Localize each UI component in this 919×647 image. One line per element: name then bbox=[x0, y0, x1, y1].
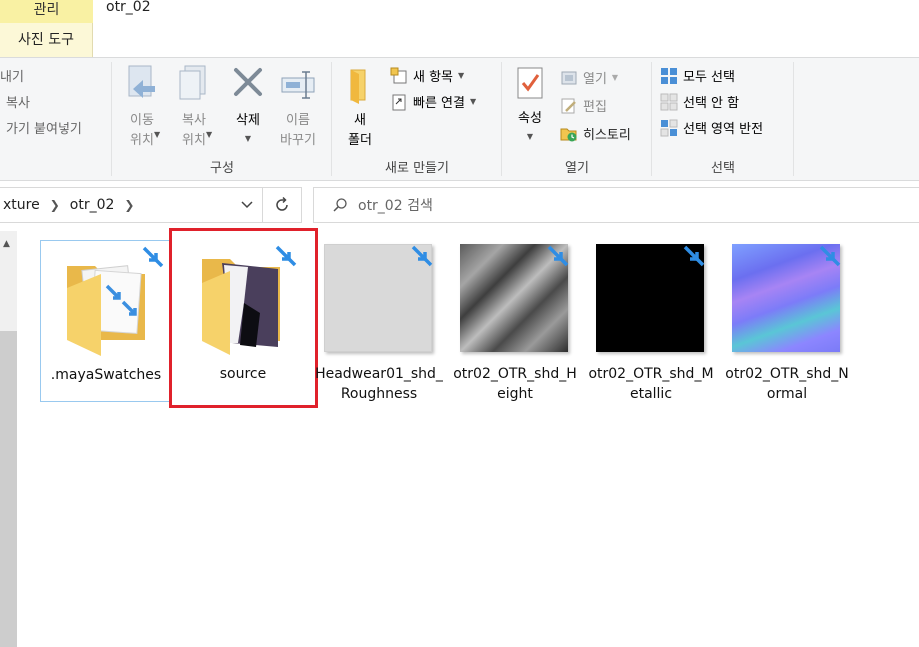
address-row: xture ❯ otr_02 ❯ otr_02 검색 bbox=[0, 181, 919, 231]
file-name: otr02_OTR_shd_Normal bbox=[725, 366, 849, 402]
paste-shortcut-button[interactable]: 가기 붙여넣기 bbox=[6, 118, 82, 137]
easy-access-icon bbox=[392, 94, 406, 110]
select-all-button[interactable]: 모두 선택 bbox=[660, 66, 735, 85]
move-to-icon bbox=[128, 65, 155, 98]
organize-group-label: 구성 bbox=[210, 161, 234, 176]
select-group: 모두 선택 선택 안 함 선택 영역 반전 선택 bbox=[652, 58, 794, 180]
file-item-metallic[interactable]: otr02_OTR_shd_Metallic bbox=[586, 240, 716, 402]
shortcut-arrow-icon bbox=[411, 245, 433, 267]
new-item-dropdown-icon[interactable]: ▼ bbox=[458, 71, 464, 80]
tab-picture-tools[interactable]: 사진 도구 bbox=[0, 23, 93, 57]
delete-dropdown-icon[interactable]: ▼ bbox=[224, 129, 272, 149]
title-tab-bar: 관리 사진 도구 otr_02 bbox=[0, 0, 919, 57]
rename-button[interactable]: 이름 바꾸기 bbox=[274, 64, 322, 151]
new-item-button[interactable]: 새 항목 ▼ bbox=[390, 66, 464, 85]
ribbon: 내기 복사 가기 붙여넣기 이동 위치 ▼ 복사 위치 ▼ 삭제 ▼ 이름 바꾸… bbox=[0, 57, 919, 181]
file-item-mayaswatches[interactable]: .mayaSwatches bbox=[40, 240, 170, 402]
invert-selection-button[interactable]: 선택 영역 반전 bbox=[660, 118, 763, 137]
file-item-height[interactable]: otr02_OTR_shd_Height bbox=[450, 240, 580, 402]
scroll-up-arrow-icon[interactable]: ▲ bbox=[3, 239, 10, 249]
history-icon bbox=[560, 128, 577, 141]
open-button[interactable]: 열기 ▼ bbox=[560, 68, 618, 87]
select-none-icon bbox=[660, 93, 678, 110]
edit-pencil-icon bbox=[561, 98, 576, 113]
refresh-icon bbox=[276, 196, 288, 211]
shortcut-arrow-icon bbox=[142, 246, 164, 268]
invert-selection-icon bbox=[660, 119, 678, 136]
file-name: otr02_OTR_shd_Height bbox=[453, 366, 577, 402]
copy-to-icon bbox=[179, 65, 206, 100]
copy-to-dropdown-icon[interactable]: ▼ bbox=[206, 130, 212, 139]
open-group: 속성 ▼ 열기 ▼ 편집 히스토리 열기 bbox=[502, 58, 652, 180]
highlight-box bbox=[169, 228, 318, 408]
search-placeholder: otr_02 검색 bbox=[358, 198, 433, 214]
shortcut-arrow-icon bbox=[819, 245, 841, 267]
clipboard-group: 내기 복사 가기 붙여넣기 bbox=[0, 58, 112, 180]
new-group: 새 폴더 새 항목 ▼ 빠른 연결 ▼ 새로 만들기 bbox=[332, 58, 502, 180]
address-dropdown-icon[interactable] bbox=[240, 197, 254, 211]
move-to-dropdown-icon[interactable]: ▼ bbox=[154, 130, 160, 139]
easy-access-button[interactable]: 빠른 연결 ▼ bbox=[390, 92, 476, 111]
refresh-button[interactable] bbox=[262, 187, 302, 223]
history-button[interactable]: 히스토리 bbox=[560, 124, 631, 143]
breadcrumb-texture[interactable]: xture bbox=[3, 197, 40, 213]
new-folder-icon bbox=[350, 69, 366, 104]
new-folder-button[interactable]: 새 폴더 bbox=[336, 66, 384, 151]
edit-button[interactable]: 편집 bbox=[560, 96, 607, 115]
open-group-label: 열기 bbox=[565, 161, 589, 176]
group-divider bbox=[793, 62, 794, 176]
properties-button[interactable]: 속성 ▼ bbox=[506, 66, 554, 147]
window-title: otr_02 bbox=[106, 0, 151, 15]
open-icon bbox=[561, 71, 577, 84]
file-name: Headwear01_shd_Roughness bbox=[315, 366, 443, 402]
organize-group: 이동 위치 ▼ 복사 위치 ▼ 삭제 ▼ 이름 바꾸기 구성 bbox=[112, 58, 332, 180]
easy-access-dropdown-icon[interactable]: ▼ bbox=[470, 97, 476, 106]
shortcut-arrow-icon bbox=[547, 245, 569, 267]
file-item-normal[interactable]: otr02_OTR_shd_Normal bbox=[722, 240, 852, 402]
breadcrumb-chevron-icon[interactable]: ❯ bbox=[124, 198, 134, 212]
select-all-icon bbox=[661, 67, 677, 84]
rename-icon bbox=[281, 71, 315, 99]
breadcrumb-otr02[interactable]: otr_02 bbox=[70, 197, 115, 213]
copy-path-button[interactable]: 복사 bbox=[6, 92, 30, 111]
delete-button[interactable]: 삭제 ▼ bbox=[224, 64, 272, 149]
file-name: .mayaSwatches bbox=[50, 367, 162, 383]
cut-button[interactable]: 내기 bbox=[0, 66, 24, 85]
properties-dropdown-icon[interactable]: ▼ bbox=[506, 127, 554, 147]
shortcut-arrow-icon bbox=[683, 245, 705, 267]
scrollbar-thumb[interactable] bbox=[0, 331, 17, 647]
properties-check-icon bbox=[517, 67, 543, 99]
open-dropdown-icon[interactable]: ▼ bbox=[612, 73, 618, 82]
search-box[interactable]: otr_02 검색 bbox=[313, 187, 919, 223]
search-icon bbox=[333, 198, 347, 212]
select-none-button[interactable]: 선택 안 함 bbox=[660, 92, 739, 111]
address-bar[interactable]: xture ❯ otr_02 ❯ bbox=[0, 187, 262, 223]
file-item-roughness[interactable]: Headwear01_shd_Roughness bbox=[314, 240, 444, 402]
new-group-label: 새로 만들기 bbox=[385, 161, 449, 176]
select-group-label: 선택 bbox=[711, 161, 735, 176]
breadcrumb-chevron-icon[interactable]: ❯ bbox=[50, 198, 60, 212]
delete-x-icon bbox=[234, 68, 262, 96]
nav-pane-scrollbar[interactable]: ▲ bbox=[0, 231, 17, 647]
new-item-icon bbox=[390, 67, 407, 83]
file-name: otr02_OTR_shd_Metallic bbox=[588, 366, 714, 402]
tab-manage[interactable]: 관리 bbox=[0, 0, 93, 23]
